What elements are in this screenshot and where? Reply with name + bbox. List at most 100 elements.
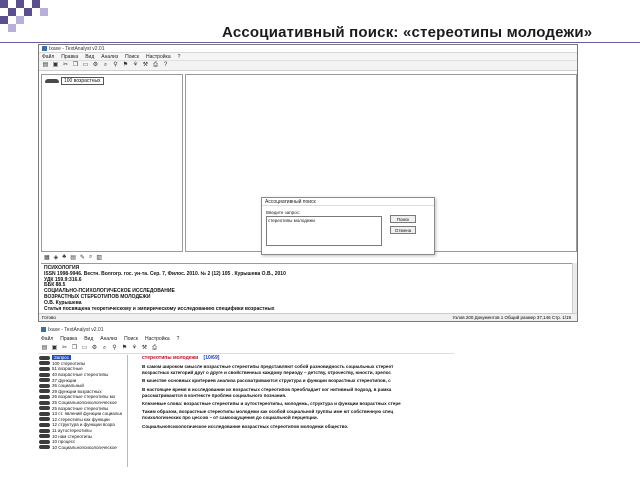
menu-bar: Файл Правка Вид Анализ Поиск Настройка ? — [38, 334, 454, 343]
graph-icon[interactable]: ⚘ — [131, 345, 138, 352]
node-icon — [39, 445, 50, 450]
tree-item[interactable]: 100 возрастных — [42, 75, 182, 87]
decor-square — [16, 0, 24, 8]
tab-network-icon[interactable]: ◈ — [54, 254, 59, 261]
tab-stats-icon[interactable]: ▥ — [96, 254, 102, 261]
tab-topics-icon[interactable]: ♣ — [62, 254, 66, 260]
graph-icon[interactable]: ⚘ — [132, 62, 139, 69]
open-icon[interactable]: ▤ — [41, 345, 48, 352]
menu-search[interactable]: Поиск — [125, 54, 139, 60]
app-icon — [41, 327, 46, 332]
tree-item-label: Запрос — [52, 355, 71, 361]
menu-help[interactable]: ? — [178, 54, 181, 60]
result-line: В качестве основных критериев анализа ра… — [142, 378, 391, 384]
menu-view[interactable]: Вид — [84, 336, 93, 342]
analyze-icon[interactable]: ⚙ — [91, 345, 98, 352]
cut-icon[interactable]: ✂ — [62, 62, 69, 69]
filter-icon[interactable]: ⚲ — [112, 62, 119, 69]
node-icon — [39, 361, 50, 366]
menu-analysis[interactable]: Анализ — [100, 336, 117, 342]
cancel-button[interactable]: Отмена — [390, 226, 416, 234]
tree-item[interactable]: 13 ст. явлений функции социальн — [38, 411, 127, 417]
textanalyst-window-results: Ixaxe - TextAnalyst v2.01 Файл Правка Ви… — [38, 325, 454, 467]
search-results-tree: Запрос 100 стереотипы 51 возрастные 40 возр… — [38, 355, 128, 467]
node-icon — [39, 372, 50, 377]
status-text: Готово — [42, 315, 56, 320]
node-icon — [39, 394, 50, 399]
node-icon — [39, 422, 50, 427]
menu-edit[interactable]: Правка — [60, 336, 77, 342]
toolbar: ▤ ▣ ✂ ❐ ▭ ⚙ ⌕ ⚲ ⚑ ⚘ ⚒ ⎙ ? — [39, 61, 577, 71]
menu-view[interactable]: Вид — [85, 54, 94, 60]
tree-item-label: 29 функции возрастных — [52, 388, 102, 394]
menu-file[interactable]: Файл — [42, 54, 54, 60]
decor-square — [40, 8, 48, 16]
tree-icon[interactable]: ⚑ — [121, 345, 128, 352]
tree-item[interactable]: 10 Социальнопсихологическое — [38, 445, 127, 451]
menu-analysis[interactable]: Анализ — [101, 54, 118, 60]
copy-icon[interactable]: ❐ — [71, 345, 78, 352]
tab-tree-icon[interactable]: ▦ — [44, 254, 50, 261]
menu-bar: Файл Правка Вид Анализ Поиск Настройка ? — [39, 53, 577, 61]
node-icon — [39, 411, 50, 416]
search-button[interactable]: Поиск — [390, 215, 416, 223]
open-icon[interactable]: ▤ — [42, 62, 49, 69]
result-line: возрастных категорий друг о друге и свой… — [142, 370, 391, 376]
tree-item-label: 100 стереотипы — [52, 360, 86, 366]
dialog-title: Ассоциативный поиск — [262, 198, 434, 206]
results-count: [10/69] — [203, 355, 220, 361]
menu-search[interactable]: Поиск — [124, 336, 138, 342]
tree-item-label: 12 структура и функции возра — [52, 422, 115, 428]
analyze-icon[interactable]: ⚙ — [92, 62, 99, 69]
query-input[interactable]: стереотипы молодежи — [266, 216, 382, 246]
options-icon[interactable]: ⚒ — [142, 62, 149, 69]
print-icon[interactable]: ⎙ — [152, 62, 159, 69]
result-line: Ключевые слова: возрастные стереотипы и … — [142, 401, 401, 407]
search-icon[interactable]: ⌕ — [101, 345, 108, 352]
tree-item[interactable]: 25 Социальнопсихологическое — [38, 400, 127, 406]
tree-item-label: 51 возрастные — [52, 366, 83, 372]
semantic-tree-pane: 100 возрастных — [41, 74, 183, 252]
paste-icon[interactable]: ▭ — [82, 62, 89, 69]
save-icon[interactable]: ▣ — [51, 345, 58, 352]
title-divider — [0, 42, 640, 43]
options-icon[interactable]: ⚒ — [141, 345, 148, 352]
tree-icon[interactable]: ⚑ — [122, 62, 129, 69]
tree-item-label: 10 процесс — [52, 439, 76, 445]
decor-square — [16, 16, 24, 24]
window-titlebar: Ixaxe - TextAnalyst v2.01 — [38, 325, 454, 334]
result-line: рассматриваются в контексте проблем соци… — [142, 392, 287, 398]
node-icon — [39, 434, 50, 439]
toolbar: ▤ ▣ ✂ ❐ ▭ ⚙ ⌕ ⚲ ⚑ ⚘ ⚒ ⎙ — [38, 343, 454, 354]
filter-icon[interactable]: ⚲ — [111, 345, 118, 352]
tree-item-label: 10 Социальнопсихологическое — [52, 444, 117, 450]
results-header: стереотипы молодежи [10/69] — [142, 355, 454, 361]
menu-help[interactable]: ? — [177, 336, 180, 342]
search-icon[interactable]: ⌕ — [102, 62, 109, 69]
menu-settings[interactable]: Настройка — [145, 336, 170, 342]
tab-docs-icon[interactable]: ▤ — [70, 254, 76, 261]
tree-item-label: 10 нам стереотипы — [52, 433, 93, 439]
tree-item[interactable]: 26 возрастные стереотипы мо — [38, 394, 127, 400]
menu-file[interactable]: Файл — [41, 336, 53, 342]
window-title: Ixaxe - TextAnalyst v2.01 — [49, 45, 105, 52]
vertical-scrollbar[interactable] — [572, 263, 577, 313]
status-bar: Готово Узлов 200 Документов 1 Общий разм… — [39, 313, 577, 321]
save-icon[interactable]: ▣ — [52, 62, 59, 69]
node-icon — [39, 406, 50, 411]
help-icon[interactable]: ? — [162, 62, 169, 69]
menu-edit[interactable]: Правка — [61, 54, 78, 60]
node-icon — [39, 383, 50, 388]
tree-item[interactable]: 12 структура и функции возра — [38, 422, 127, 428]
query-label: Введите запрос: — [266, 210, 301, 215]
menu-settings[interactable]: Настройка — [146, 54, 171, 60]
node-icon — [39, 378, 50, 383]
tree-item-label: 40 возрастные стереотипы — [52, 372, 109, 378]
print-icon[interactable]: ⎙ — [151, 345, 158, 352]
cut-icon[interactable]: ✂ — [61, 345, 68, 352]
copy-icon[interactable]: ❐ — [72, 62, 79, 69]
node-icon — [39, 366, 50, 371]
tab-search-icon[interactable]: ⌕ — [89, 254, 92, 261]
tab-summary-icon[interactable]: ✎ — [80, 254, 85, 261]
paste-icon[interactable]: ▭ — [81, 345, 88, 352]
